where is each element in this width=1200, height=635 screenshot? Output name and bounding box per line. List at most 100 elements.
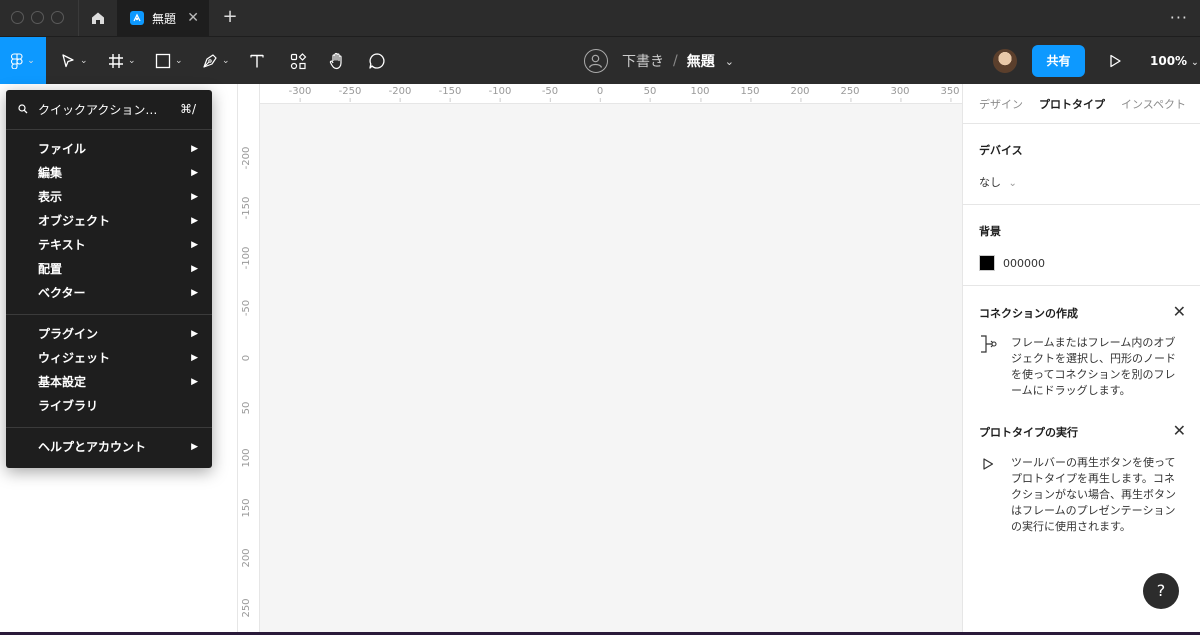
- close-icon[interactable]: ✕: [1173, 302, 1186, 321]
- submenu-arrow-icon: ▶: [191, 377, 198, 387]
- device-select[interactable]: なし ⌄: [979, 174, 1017, 190]
- pen-tool-button[interactable]: ⌄: [202, 49, 230, 73]
- properties-panel: デザイン プロトタイプ インスペクト デバイス なし ⌄ 背景 000000 コ…: [962, 84, 1200, 635]
- menu-item[interactable]: ヘルプとアカウント ▶: [38, 436, 198, 458]
- color-swatch[interactable]: [979, 255, 995, 271]
- tab-prototype[interactable]: プロトタイプ: [1039, 96, 1105, 112]
- ruler-tick-label: 200: [790, 86, 810, 102]
- text-icon: [250, 54, 264, 68]
- ruler-tick-label: -150: [241, 196, 252, 220]
- canvas[interactable]: [260, 104, 962, 635]
- menu-item[interactable]: プラグイン ▶: [38, 323, 198, 345]
- hand-tool-button[interactable]: [328, 49, 346, 73]
- connection-description: フレームまたはフレーム内のオブジェクトを選択し、円形のノードを使ってコネクション…: [1011, 336, 1176, 397]
- resources-tool-button[interactable]: [290, 49, 307, 73]
- ruler-tick-label: -50: [241, 299, 252, 317]
- menu-item-label: ファイル: [38, 142, 87, 156]
- figma-logo-icon: [11, 53, 23, 69]
- submenu-arrow-icon: ▶: [191, 264, 198, 274]
- tab-design[interactable]: デザイン: [979, 96, 1023, 112]
- team-avatar-icon: [584, 49, 608, 73]
- background-color-field[interactable]: 000000: [979, 255, 1045, 271]
- submenu-arrow-icon: ▶: [191, 288, 198, 298]
- background-section: 背景 000000: [963, 205, 1200, 286]
- ruler-tick-label: -50: [541, 86, 559, 102]
- new-tab-button[interactable]: +: [219, 7, 241, 29]
- chevron-down-icon[interactable]: ⌄: [725, 55, 734, 68]
- search-icon: [18, 104, 28, 114]
- text-tool-button[interactable]: [249, 49, 265, 73]
- window-zoom-button[interactable]: [51, 11, 64, 24]
- file-name[interactable]: 無題: [687, 51, 715, 71]
- menu-item[interactable]: 配置 ▶: [38, 258, 198, 280]
- menu-divider: [6, 129, 212, 130]
- connection-title: コネクションの作成: [979, 307, 1078, 320]
- file-tab[interactable]: 無題 ✕: [117, 0, 209, 36]
- menu-item[interactable]: ファイル ▶: [38, 138, 198, 160]
- background-hex[interactable]: 000000: [1003, 257, 1045, 270]
- connection-arrow-icon: [981, 335, 997, 353]
- play-icon: [983, 458, 994, 470]
- main-menu-button[interactable]: ⌄: [0, 37, 46, 85]
- ruler-tick-label: -200: [241, 146, 252, 170]
- window-minimize-button[interactable]: [31, 11, 44, 24]
- ruler-tick-label: 250: [241, 598, 252, 618]
- quick-actions-item[interactable]: クイックアクション… ⌘/: [6, 98, 212, 120]
- drafts-link[interactable]: 下書き: [622, 51, 664, 71]
- panel-tabs: デザイン プロトタイプ インスペクト: [963, 84, 1200, 124]
- close-icon[interactable]: ✕: [1173, 421, 1186, 440]
- comment-tool-button[interactable]: [368, 49, 386, 73]
- close-tab-icon[interactable]: ✕: [187, 10, 199, 26]
- device-section: デバイス なし ⌄: [963, 124, 1200, 205]
- move-tool-button[interactable]: ⌄: [60, 49, 88, 73]
- menu-item[interactable]: テキスト ▶: [38, 234, 198, 256]
- menu-divider: [6, 427, 212, 428]
- ruler-tick-label: 50: [241, 401, 252, 415]
- submenu-arrow-icon: ▶: [191, 240, 198, 250]
- home-tab[interactable]: [78, 0, 116, 36]
- menu-item[interactable]: 表示 ▶: [38, 186, 198, 208]
- background-title: 背景: [979, 225, 1001, 238]
- more-options-icon[interactable]: ···: [1170, 8, 1188, 27]
- rectangle-icon: [155, 53, 171, 69]
- title-bar: 無題 ✕ + ···: [0, 0, 1200, 36]
- help-button[interactable]: ?: [1143, 573, 1179, 609]
- frame-tool-button[interactable]: ⌄: [108, 49, 136, 73]
- share-button[interactable]: 共有: [1032, 45, 1085, 77]
- chevron-down-icon: ⌄: [80, 56, 88, 66]
- submenu-arrow-icon: ▶: [191, 216, 198, 226]
- figma-file-icon: [130, 11, 144, 25]
- menu-item[interactable]: オブジェクト ▶: [38, 210, 198, 232]
- menu-item-label: プラグイン: [38, 327, 99, 341]
- shape-tool-button[interactable]: ⌄: [155, 49, 183, 73]
- tab-inspect[interactable]: インスペクト: [1121, 96, 1186, 112]
- user-avatar[interactable]: [993, 49, 1017, 73]
- present-button[interactable]: [1108, 53, 1122, 72]
- menu-item[interactable]: ウィジェット ▶: [38, 347, 198, 369]
- run-help-section: プロトタイプの実行 ✕ ツールバーの再生ボタンを使ってプロトタイプを再生します。…: [963, 406, 1200, 556]
- device-value: なし: [979, 176, 1001, 189]
- hand-icon: [329, 52, 342, 70]
- main-menu-dropdown: クイックアクション… ⌘/ ファイル ▶ 編集 ▶ 表示 ▶ オブジェクト ▶ テキスト ▶ 配置 ▶…: [6, 90, 212, 468]
- ruler-tick-label: -100: [241, 246, 252, 270]
- ruler-tick-label: -100: [488, 86, 512, 102]
- menu-item[interactable]: 編集 ▶: [38, 162, 198, 184]
- ruler-tick-label: 200: [241, 548, 252, 568]
- menu-divider: [6, 314, 212, 315]
- ruler-tick-label: 350: [940, 86, 960, 102]
- connection-help-section: コネクションの作成 ✕ フレームまたはフレーム内のオブジェクトを選択し、円形のノ…: [963, 286, 1200, 406]
- window-close-button[interactable]: [11, 11, 24, 24]
- file-title-area: 下書き / 無題 ⌄: [584, 49, 734, 73]
- ruler-tick-label: 0: [596, 86, 604, 102]
- ruler-tick-label: -150: [438, 86, 462, 102]
- menu-item[interactable]: 基本設定 ▶: [38, 371, 198, 393]
- menu-item-label: ベクター: [38, 286, 86, 300]
- menu-item[interactable]: ベクター ▶: [38, 282, 198, 304]
- device-title: デバイス: [979, 144, 1023, 157]
- submenu-arrow-icon: ▶: [191, 353, 198, 363]
- zoom-dropdown[interactable]: 100% ⌄: [1150, 54, 1199, 68]
- quick-actions-shortcut: ⌘/: [179, 102, 196, 116]
- menu-item[interactable]: ライブラリ: [38, 395, 198, 417]
- chevron-down-icon: ⌄: [1191, 58, 1199, 68]
- ruler-tick-label: 100: [690, 86, 710, 102]
